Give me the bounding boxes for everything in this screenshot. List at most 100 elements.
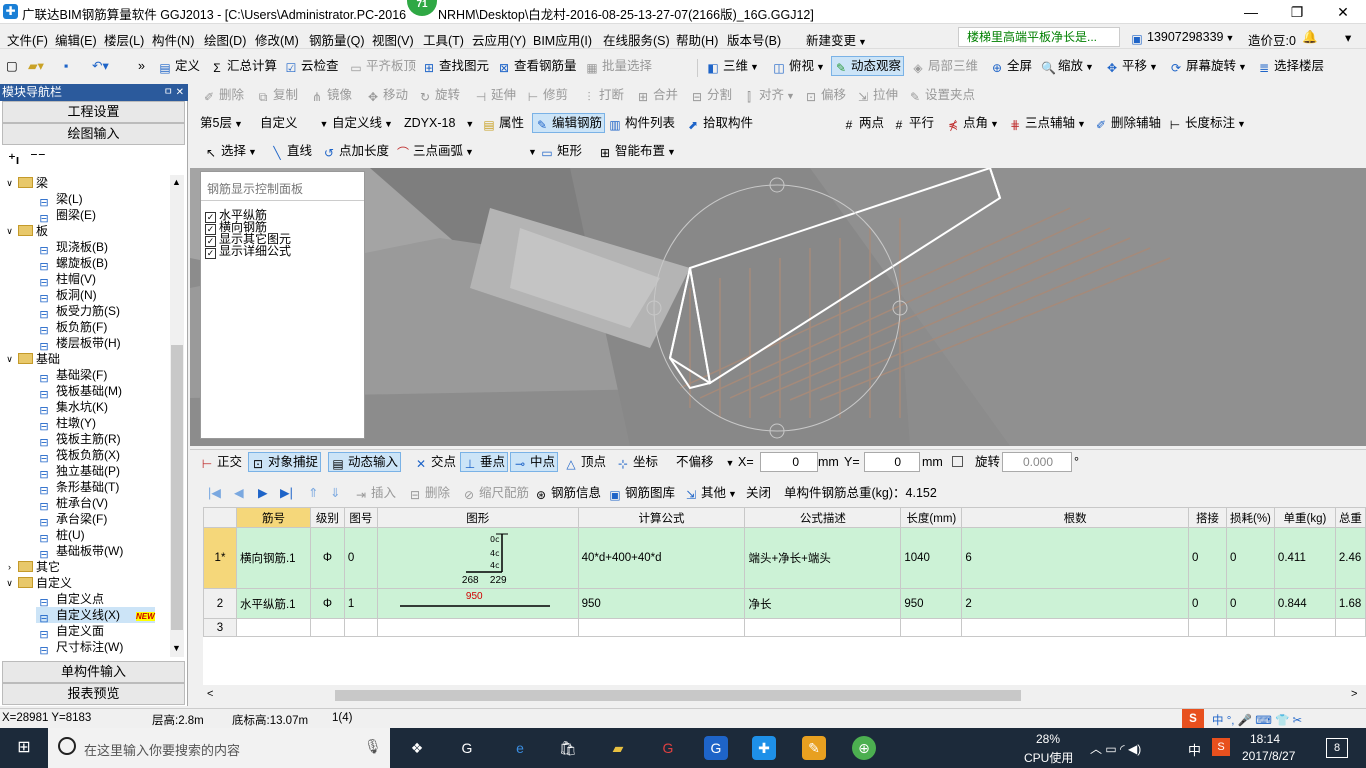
scroll-left-icon[interactable]: < [207,688,213,700]
tree-item[interactable]: ⊟ 柱墩(Y) [36,415,96,433]
offset-select[interactable]: 不偏移 ▼ [676,452,734,472]
app-glodon-red-icon[interactable]: G [656,736,680,760]
edit-rebar-button[interactable]: ✎ 编辑钢筋 [532,113,606,133]
app-glodon-blue-icon[interactable]: G [704,736,728,760]
cell-length[interactable]: 1040 [900,527,963,589]
rebar-info-button[interactable]: ⊛ 钢筋信息 [534,483,601,503]
table-row[interactable]: 3 [203,618,1366,637]
insert-row-button[interactable]: ⇥ 插入 [354,483,396,503]
microphone-icon[interactable]: 🎙 [364,738,382,755]
pick-component-button[interactable]: ⬈ 拾取构件 [686,113,753,133]
copy-button[interactable]: ⧉ 复制 [256,85,298,105]
cell-count[interactable]: 6 [961,527,1189,589]
coordinate-snap[interactable]: ⊹ 坐标 [616,452,658,472]
component-list-button[interactable]: ▥ 构件列表 [608,113,675,133]
fullscreen-button[interactable]: ⊕ 全屏 [990,56,1032,76]
next-record-icon[interactable]: ▶ [258,483,268,503]
cell-lap[interactable] [1187,618,1227,637]
extend-button[interactable]: ⊣ 延伸 [474,85,516,105]
cell-fig-no[interactable]: 1 [343,588,378,619]
table-row[interactable]: 1* 横向钢筋.1 Φ 0 0c 4c 4c 268 229 40*d+400+… [203,527,1366,589]
split-button[interactable]: ⊟ 分割 [690,85,732,105]
close-button[interactable]: ✕ [1320,0,1366,24]
tree-group[interactable]: › 其它 [4,559,60,575]
tab-report-preview[interactable]: 报表预览 [2,683,185,705]
table-row[interactable]: 2 水平纵筋.1 Φ 1 950 950 净长 950 2 0 0 0.844 … [203,588,1366,619]
expand-toggle-icon[interactable]: ∨ [4,575,15,591]
delete-axis-button[interactable]: ✐ 删除辅轴 [1094,113,1161,133]
minimize-button[interactable]: — [1228,0,1274,24]
cell-count[interactable] [961,618,1189,637]
tree-item[interactable]: ⊟ 自定义线(X) NEW [36,607,155,625]
cell-length[interactable] [900,618,963,637]
rebar-library-button[interactable]: ▣ 钢筋图库 [608,483,675,503]
tree-item[interactable]: ⊟ 筏板基础(M) [36,383,122,401]
zoom-button[interactable]: 🔍 缩放 ▼ [1041,56,1094,76]
select-button[interactable]: ↖ 选择 ▼ [204,141,257,161]
panel-pin-close[interactable]: ㅁ ✕ [164,84,184,101]
menu-online[interactable]: 在线服务(S) [603,30,670,49]
orbit-button[interactable]: ✎ 动态观察 [831,56,905,76]
tree-group[interactable]: ∨ 自定义 [4,575,72,591]
tree-item[interactable]: ⊟ 自定义点 [36,591,104,609]
expand-all-icon[interactable]: ⁺ₗ [8,150,19,168]
menu-cloud[interactable]: 云应用(Y) [472,30,526,49]
cell-length[interactable]: 950 [900,588,963,619]
tree-item[interactable]: ⊟ 现浇板(B) [36,239,108,257]
cell-loss[interactable]: 0 [1225,588,1275,619]
edge-browser-icon[interactable]: e [508,736,532,760]
tree-item[interactable]: ⊟ 集水坑(K) [36,399,108,417]
code-select[interactable]: ZDYX-18 ▼ [404,113,474,133]
cell-total-weight[interactable]: 2.46 [1334,527,1366,589]
tree-item[interactable]: ⊟ 尺寸标注(W) [36,639,123,657]
col-header-unit-weight[interactable]: 单重(kg) [1273,507,1336,528]
app-glodon-icon[interactable]: G [455,736,479,760]
view-rebar-qty-button[interactable]: ⊠ 查看钢筋量 [497,56,577,76]
rotate-button[interactable]: ↻ 旋转 [418,85,460,105]
screen-rotate-button[interactable]: ⟳ 屏幕旋转 ▼ [1169,56,1247,76]
last-record-icon[interactable]: ▶| [280,483,293,503]
collapse-all-icon[interactable]: ⁻⁻ [30,148,46,166]
row-index[interactable]: 2 [203,588,237,619]
notification-badge[interactable]: 71 [407,0,437,16]
type-select[interactable]: 自定义线 ▼ [332,113,393,133]
length-dimension-button[interactable]: ⊢ 长度标注 ▼ [1168,113,1246,133]
3d-viewport[interactable]: 钢筋显示控制面板 ✓ 水平纵筋 ✓ 横向钢筋 ✓ 显示其它图元 ✓ 显示详细公式 [190,168,1366,446]
tree-group[interactable]: ∨ 梁 [4,175,48,191]
cell-fig-no[interactable]: 0 [343,527,378,589]
first-record-icon[interactable]: |◀ [208,483,221,503]
tree-item[interactable]: ⊟ 基础梁(F) [36,367,107,385]
tree-scroll-thumb[interactable] [171,345,183,630]
ime-indicator[interactable]: 中 [1188,740,1201,759]
cell-loss[interactable]: 0 [1225,527,1275,589]
arc-mode-select[interactable]: ▼ [480,141,537,161]
define-button[interactable]: ▤ 定义 [158,56,200,76]
prev-record-icon[interactable]: ◀ [234,483,244,503]
tree-item[interactable]: ⊟ 板受力筋(S) [36,303,120,321]
table-hscrollbar[interactable]: < > [203,687,1366,704]
notice-ticker[interactable]: 楼梯里高端平板净长是... [958,27,1120,47]
bell-icon[interactable]: 🔔 [1302,30,1318,45]
intersection-snap[interactable]: ✕ 交点 [414,452,456,472]
ime-toolbar[interactable]: 中 °, 🎤 ⌨ 👕 ✂ [1212,712,1302,728]
menu-draw[interactable]: 绘图(D) [204,30,246,49]
cell-unit-weight[interactable] [1273,618,1336,637]
new-file-icon[interactable]: ▢ [6,56,18,76]
row-index[interactable]: 1* [203,527,237,589]
menu-edit[interactable]: 编辑(E) [55,30,97,49]
cell-loss[interactable] [1225,618,1275,637]
tree-group[interactable]: ∨ 基础 [4,351,60,367]
3d-scene[interactable] [190,168,1366,446]
menu-modify[interactable]: 修改(M) [255,30,299,49]
sogou-tray-icon[interactable]: S [1212,738,1230,756]
rectangle-button[interactable]: ▭ 矩形 [540,141,582,161]
col-header-grade[interactable]: 级别 [309,507,345,528]
tab-single-component-input[interactable]: 单构件输入 [2,661,185,683]
cell-unit-weight[interactable]: 0.411 [1273,527,1336,589]
tree-item[interactable]: ⊟ 自定义面 [36,623,104,641]
close-table-button[interactable]: 关闭 [746,483,771,503]
3d-button[interactable]: ◧ 三维 ▼ [706,56,759,76]
expand-toggle-icon[interactable]: ∨ [4,223,15,239]
tree-item[interactable]: ⊟ 桩承台(V) [36,495,108,513]
y-input[interactable]: 0 [864,452,920,472]
